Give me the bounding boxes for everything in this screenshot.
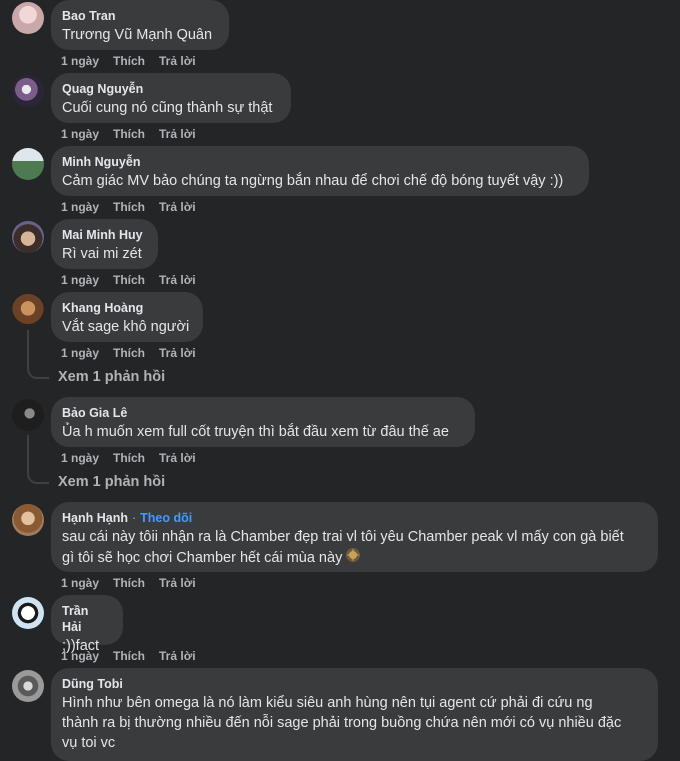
avatar[interactable] — [12, 597, 44, 629]
reply-button[interactable]: Trả lời — [159, 346, 196, 360]
comment-text-line: vụ toi vc — [62, 735, 116, 751]
comment-text: sau cái này tôii nhận ra là Chamber đẹp … — [62, 527, 646, 569]
view-replies-link[interactable]: Xem 1 phản hồi — [58, 474, 165, 490]
comment-text-line: sau cái này tôii nhận ra là Chamber đẹp … — [62, 529, 624, 545]
timestamp[interactable]: 1 ngày — [61, 451, 99, 465]
comment-actions: 1 ngày Thích Trả lời — [61, 346, 210, 360]
commenter-name[interactable]: Quag Nguyễn — [62, 81, 279, 97]
reply-button[interactable]: Trả lời — [159, 54, 196, 68]
commenter-name[interactable]: Bảo Gia Lê — [62, 405, 463, 421]
comment-text: Cuối cung nó cũng thành sự thật — [62, 100, 273, 116]
comment-bubble: Mai Minh Huy Rì vai mi zét — [51, 219, 158, 269]
avatar[interactable] — [12, 148, 44, 180]
comment-actions: 1 ngày Thích Trả lời — [61, 200, 210, 214]
comment-actions: 1 ngày Thích Trả lời — [61, 576, 210, 590]
comment-text: Ủa h muốn xem full cốt truyện thì bắt đầ… — [62, 424, 449, 440]
comment-actions: 1 ngày Thích Trả lời — [61, 54, 210, 68]
avatar[interactable] — [12, 75, 44, 107]
comment-bubble: Minh Nguyễn Cảm giác MV bảo chúng ta ngừ… — [51, 146, 589, 196]
reply-button[interactable]: Trả lời — [159, 649, 196, 663]
reply-button[interactable]: Trả lời — [159, 576, 196, 590]
reply-button[interactable]: Trả lời — [159, 127, 196, 141]
commenter-name[interactable]: Hạnh Hạnh — [62, 510, 128, 526]
comment-text: Rì vai mi zét — [62, 246, 142, 262]
like-button[interactable]: Thích — [113, 54, 145, 68]
like-button[interactable]: Thích — [113, 451, 145, 465]
like-button[interactable]: Thích — [113, 200, 145, 214]
comment-actions: 1 ngày Thích Trả lời — [61, 273, 210, 287]
comment-text: Trương Vũ Mạnh Quân — [62, 27, 213, 43]
commenter-name[interactable]: Minh Nguyễn — [62, 154, 577, 170]
thread-line — [27, 330, 29, 370]
emoji-icon — [345, 547, 361, 569]
like-button[interactable]: Thích — [113, 346, 145, 360]
comment-bubble: Quag Nguyễn Cuối cung nó cũng thành sự t… — [51, 73, 291, 123]
follow-button[interactable]: Theo dõi — [140, 510, 192, 526]
comment-text-line: Hình như bên omega là nó làm kiểu siêu a… — [62, 695, 593, 711]
comment-text: Vắt sage khô người — [62, 319, 190, 335]
reply-button[interactable]: Trả lời — [159, 451, 196, 465]
comment-text-line: gì tôi sẽ học chơi Chamber hết cái mùa n… — [62, 547, 646, 569]
commenter-name[interactable]: Trần Hải — [62, 603, 111, 635]
thread-connector — [27, 470, 49, 484]
commenter-name[interactable]: Bao Tran — [62, 8, 217, 24]
avatar[interactable] — [12, 221, 44, 253]
avatar[interactable] — [12, 670, 44, 702]
reply-button[interactable]: Trả lời — [159, 273, 196, 287]
like-button[interactable]: Thích — [113, 649, 145, 663]
reply-button[interactable]: Trả lời — [159, 200, 196, 214]
thread-connector — [27, 365, 49, 379]
commenter-name[interactable]: Dũng Tobi — [62, 676, 646, 692]
thread-line — [27, 435, 29, 475]
timestamp[interactable]: 1 ngày — [61, 576, 99, 590]
timestamp[interactable]: 1 ngày — [61, 54, 99, 68]
like-button[interactable]: Thích — [113, 127, 145, 141]
timestamp[interactable]: 1 ngày — [61, 649, 99, 663]
comment-bubble: Trần Hải ;))fact — [51, 595, 123, 654]
comment-actions: 1 ngày Thích Trả lời — [61, 451, 210, 465]
like-button[interactable]: Thích — [113, 273, 145, 287]
timestamp[interactable]: 1 ngày — [61, 127, 99, 141]
avatar[interactable] — [12, 504, 44, 536]
avatar[interactable] — [12, 2, 44, 34]
comment-actions: 1 ngày Thích Trả lời — [61, 649, 210, 663]
comment-bubble: Dũng Tobi Hình như bên omega là nó làm k… — [51, 668, 658, 761]
comment-text: Hình như bên omega là nó làm kiểu siêu a… — [62, 693, 646, 753]
view-replies-link[interactable]: Xem 1 phản hồi — [58, 369, 165, 385]
separator-dot: · — [131, 511, 137, 525]
comment-bubble: Khang Hoàng Vắt sage khô người — [51, 292, 203, 342]
commenter-name[interactable]: Khang Hoàng — [62, 300, 191, 316]
comment-actions: 1 ngày Thích Trả lời — [61, 127, 210, 141]
timestamp[interactable]: 1 ngày — [61, 346, 99, 360]
like-button[interactable]: Thích — [113, 576, 145, 590]
timestamp[interactable]: 1 ngày — [61, 273, 99, 287]
comment-bubble: Hạnh Hạnh · Theo dõi sau cái này tôii nh… — [51, 502, 658, 572]
comment-text-line: thành ra bị thường nhiều đến nỗi sage ph… — [62, 715, 622, 731]
comment-bubble: Bao Tran Trương Vũ Mạnh Quân — [51, 0, 229, 50]
timestamp[interactable]: 1 ngày — [61, 200, 99, 214]
comment-text-fragment: gì tôi sẽ học chơi Chamber hết cái mùa n… — [62, 549, 343, 566]
commenter-header: Hạnh Hạnh · Theo dõi — [62, 510, 646, 526]
avatar[interactable] — [12, 399, 44, 431]
comment-bubble: Bảo Gia Lê Ủa h muốn xem full cốt truyện… — [51, 397, 475, 447]
comment-text: Cảm giác MV bảo chúng ta ngừng bắn nhau … — [62, 173, 564, 189]
commenter-name[interactable]: Mai Minh Huy — [62, 227, 146, 243]
avatar[interactable] — [12, 294, 44, 326]
